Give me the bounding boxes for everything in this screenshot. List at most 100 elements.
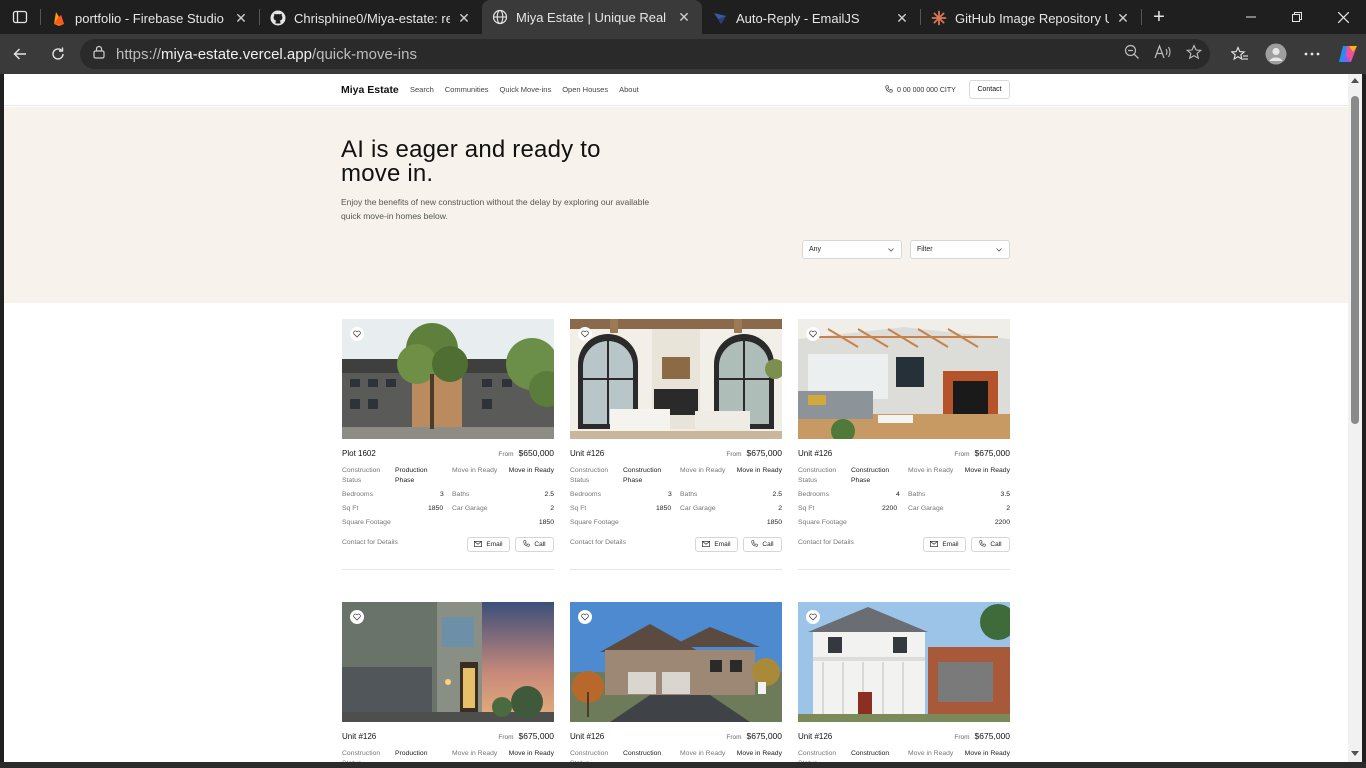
listing-card[interactable]: Unit #126 From $675,000 Construction Stat… [798, 602, 1010, 762]
square-footage-value: 1850 [766, 519, 782, 526]
heart-icon[interactable] [350, 327, 364, 341]
card-divider [798, 569, 1010, 570]
favorites-icon[interactable] [1222, 36, 1258, 72]
address-bar[interactable]: https://miya-estate.vercel.app/quick-mov… [80, 39, 1210, 69]
listing-card[interactable]: Plot 1602 From $650,000 Construction Stat… [342, 319, 554, 571]
move-in-label: Move in Ready [680, 467, 726, 474]
bedrooms-label: Bedrooms [342, 491, 373, 498]
call-button[interactable]: Call [515, 537, 554, 552]
select-any[interactable]: Any [802, 240, 902, 259]
listing-card[interactable]: Unit #126 From $675,000 Construction Stat… [570, 319, 782, 571]
tab-github-repo[interactable]: Chrisphine0/Miya-estate: real ✕ [260, 3, 482, 33]
close-icon[interactable]: ✕ [894, 10, 910, 26]
browser-tab-bar: portfolio - Firebase Studio ✕ Chrisphine… [0, 0, 1366, 34]
copilot-icon[interactable] [1330, 36, 1366, 72]
close-window-icon[interactable] [1320, 0, 1366, 34]
email-button[interactable]: Email [467, 537, 510, 552]
listing-image[interactable] [342, 602, 554, 722]
listing-image[interactable] [342, 319, 554, 439]
more-options-icon[interactable] [1294, 36, 1330, 72]
minimize-icon[interactable] [1228, 0, 1274, 34]
sqft-label: Sq Ft [798, 505, 815, 512]
close-icon[interactable]: ✕ [1115, 10, 1131, 26]
page-viewport: Miya Estate Search Communities Quick Mov… [4, 74, 1348, 762]
price-value: $675,000 [974, 448, 1010, 458]
tab-firebase[interactable]: portfolio - Firebase Studio ✕ [41, 3, 259, 33]
email-button[interactable]: Email [695, 537, 738, 552]
tab-actions-icon[interactable] [0, 0, 40, 34]
call-button[interactable]: Call [971, 537, 1010, 552]
heart-icon[interactable] [806, 327, 820, 341]
favorite-star-icon[interactable] [1185, 43, 1203, 65]
tab-emailjs[interactable]: Auto-Reply - EmailJS ✕ [702, 3, 920, 33]
back-icon[interactable] [2, 36, 38, 72]
square-footage-value: 2200 [994, 519, 1010, 526]
heart-icon[interactable] [806, 610, 820, 624]
nav-quick-move-ins[interactable]: Quick Move-ins [500, 85, 552, 94]
close-icon[interactable]: ✕ [676, 9, 692, 25]
listing-image[interactable] [798, 319, 1010, 439]
listing-image[interactable] [798, 602, 1010, 722]
move-in-label: Move in Ready [680, 750, 726, 757]
scroll-down-arrow-icon[interactable] [1351, 751, 1359, 756]
construction-status-label: Construction Status [570, 750, 609, 762]
new-tab-button[interactable]: + [1142, 2, 1176, 32]
listing-price: From $675,000 [498, 731, 554, 741]
price-from-label: From [498, 451, 514, 458]
nav-search[interactable]: Search [410, 85, 434, 94]
nav-communities[interactable]: Communities [445, 85, 489, 94]
listing-name: Unit #126 [570, 449, 605, 458]
url-host: miya-estate.vercel.app [161, 45, 312, 63]
contact-for-details: Contact for Details [342, 539, 398, 546]
site-header: Miya Estate Search Communities Quick Mov… [4, 74, 1348, 106]
site-info-icon[interactable] [92, 45, 106, 64]
restore-icon[interactable] [1274, 0, 1320, 34]
call-button[interactable]: Call [743, 537, 782, 552]
sqft-value: 1850 [428, 505, 444, 512]
move-in-label: Move in Ready [908, 750, 954, 757]
listing-card[interactable]: Unit #126 From $675,000 Construction Stat… [798, 319, 1010, 571]
contact-button[interactable]: Contact [969, 80, 1010, 99]
profile-avatar-icon[interactable] [1258, 36, 1294, 72]
tab-github-image-repo[interactable]: GitHub Image Repository Upd ✕ [921, 3, 1141, 33]
select-filter-value: Filter [917, 246, 933, 253]
price-from-label: From [726, 451, 742, 458]
refresh-icon[interactable] [40, 36, 76, 72]
emailjs-icon [712, 10, 728, 26]
heart-icon[interactable] [578, 327, 592, 341]
listing-image[interactable] [570, 319, 782, 439]
listing-image[interactable] [570, 602, 782, 722]
github-icon [270, 10, 286, 26]
nav-open-houses[interactable]: Open Houses [562, 85, 608, 94]
phone-link[interactable]: 0 00 000 000 CITY [885, 85, 956, 95]
url-path: /quick-move-ins [311, 45, 417, 63]
sqft-label: Sq Ft [342, 505, 359, 512]
heart-icon[interactable] [578, 610, 592, 624]
site-logo[interactable]: Miya Estate [341, 84, 399, 96]
construction-status-value: Construction [851, 750, 890, 757]
mail-icon [474, 540, 483, 549]
move-in-label: Move in Ready [452, 467, 498, 474]
tab-miya-estate[interactable]: Miya Estate | Unique Real Esta ✕ [482, 0, 702, 34]
contact-for-details: Contact for Details [570, 539, 626, 546]
construction-status-value: Construction [623, 750, 662, 757]
scrollbar-thumb[interactable] [1351, 96, 1359, 424]
close-icon[interactable]: ✕ [456, 10, 472, 26]
select-filter[interactable]: Filter [910, 240, 1010, 259]
read-aloud-icon[interactable] [1154, 43, 1172, 65]
move-in-label: Move in Ready [908, 467, 954, 474]
construction-status-value: Construction Phase [851, 467, 890, 484]
car-garage-label: Car Garage [452, 505, 488, 512]
zoom-out-icon[interactable] [1124, 44, 1140, 65]
listing-card[interactable]: Unit #126 From $675,000 Construction Stat… [342, 602, 554, 762]
close-icon[interactable]: ✕ [233, 10, 249, 26]
page-scrollbar[interactable] [1348, 74, 1362, 762]
baths-value: 3.5 [1000, 491, 1010, 498]
bedrooms-label: Bedrooms [570, 491, 601, 498]
email-button[interactable]: Email [923, 537, 966, 552]
bedrooms-value: 4 [896, 491, 900, 498]
listing-card[interactable]: Unit #126 From $675,000 Construction Stat… [570, 602, 782, 762]
nav-about[interactable]: About [619, 85, 639, 94]
scroll-up-arrow-icon[interactable] [1351, 78, 1359, 83]
heart-icon[interactable] [350, 610, 364, 624]
